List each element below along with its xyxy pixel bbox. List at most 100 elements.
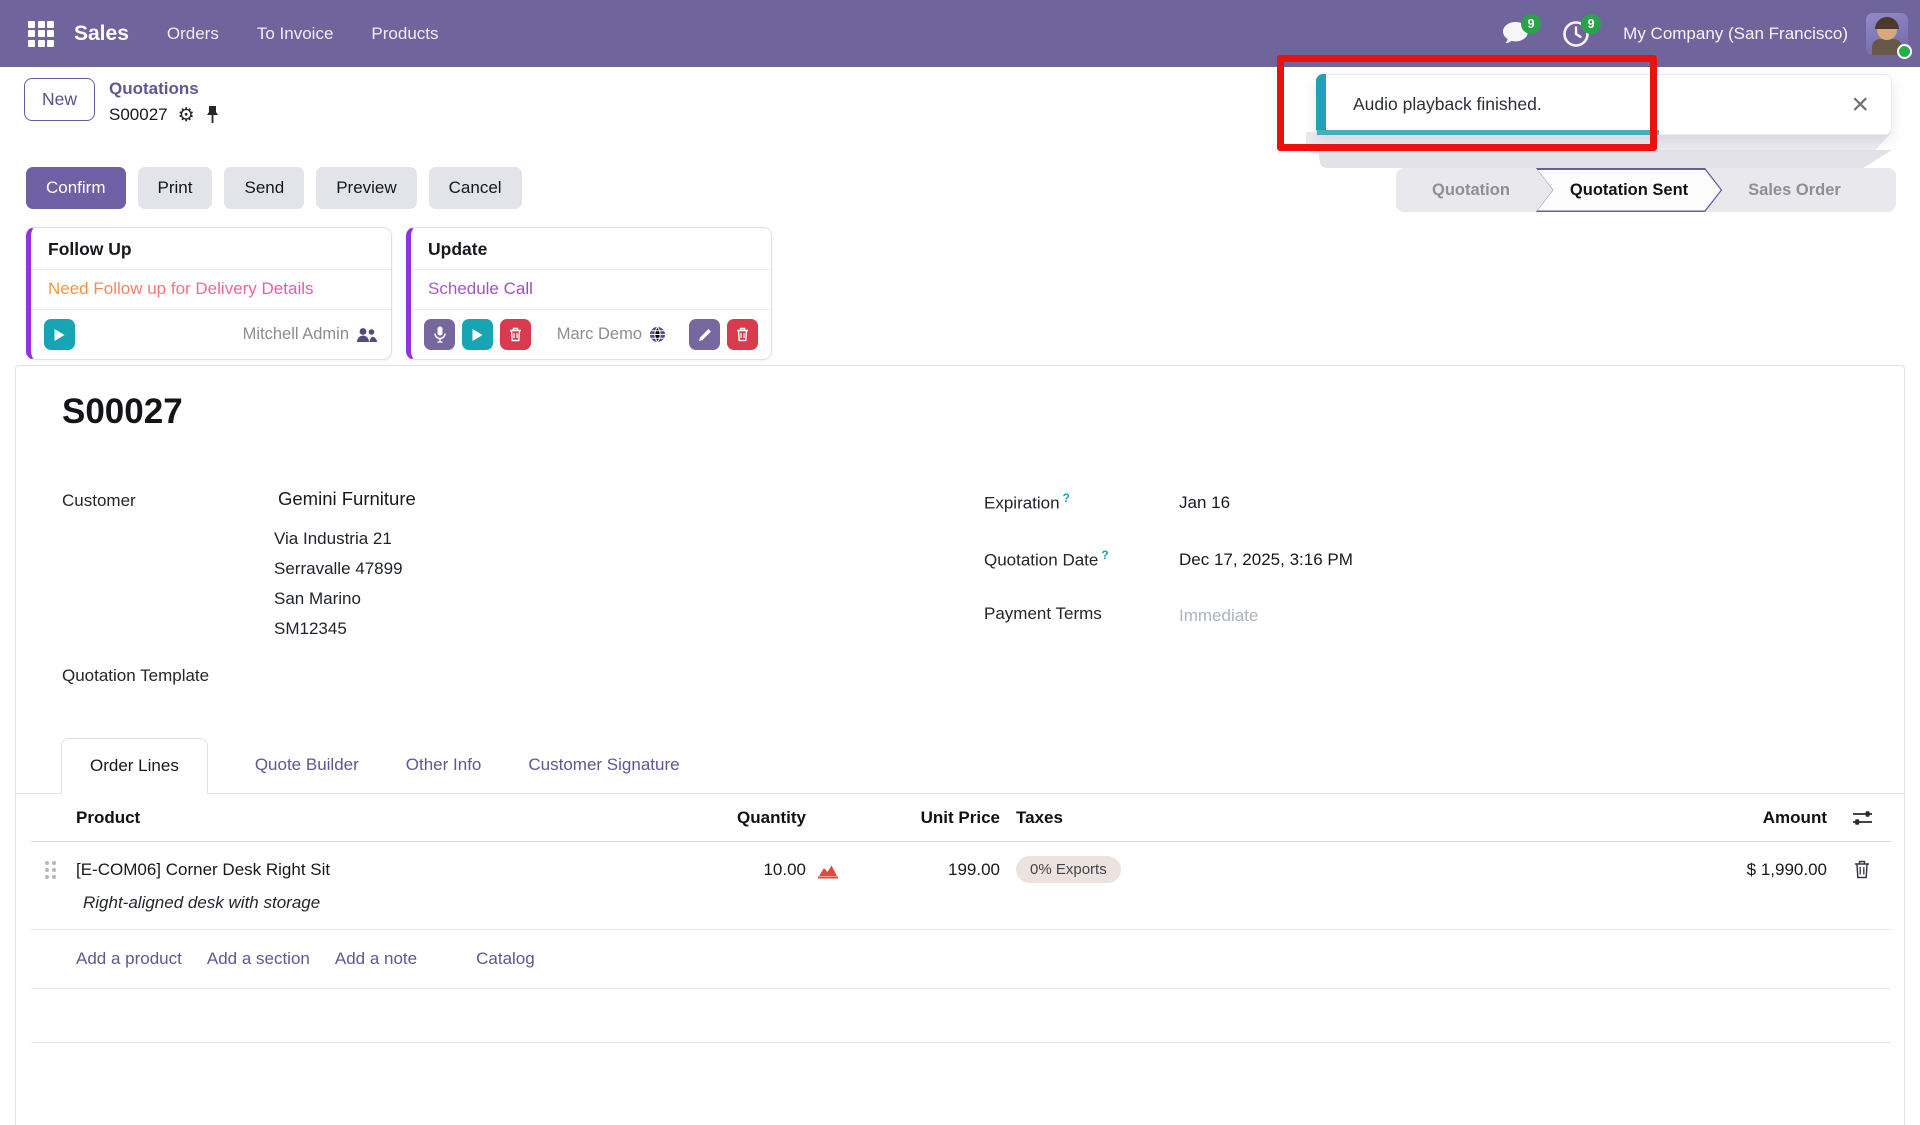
breadcrumb-quotations-link[interactable]: Quotations	[109, 78, 220, 100]
cell-product[interactable]: [E-COM06] Corner Desk Right Sit	[76, 860, 676, 880]
customer-address-line: SM12345	[274, 619, 347, 638]
gear-icon[interactable]: ⚙	[178, 106, 195, 125]
record-voice-button[interactable]	[424, 319, 455, 350]
close-icon[interactable]: ×	[1851, 89, 1869, 120]
online-status-dot	[1897, 43, 1912, 59]
cell-quantity[interactable]: 10.00	[676, 860, 806, 880]
quotation-date-value[interactable]: Dec 17, 2025, 3:16 PM	[1179, 550, 1353, 570]
column-header-taxes[interactable]: Taxes	[1000, 808, 1250, 828]
empty-table-strip	[31, 989, 1891, 1043]
add-a-product-link[interactable]: Add a product	[76, 949, 182, 969]
activity-footer: Marc Demo	[411, 310, 771, 359]
activity-card-follow-up: Follow Up Need Follow up for Delivery De…	[26, 227, 392, 360]
top-navbar: Sales Orders To Invoice Products 9 9 My …	[0, 0, 1920, 67]
new-button[interactable]: New	[24, 78, 96, 121]
customer-name-link[interactable]: Gemini Furniture	[278, 488, 416, 510]
table-row[interactable]: [E-COM06] Corner Desk Right Sit 10.00 19…	[31, 842, 1891, 930]
nav-right-cluster: 9 9 My Company (San Francisco)	[1502, 12, 1920, 59]
activity-footer: Mitchell Admin	[31, 310, 391, 359]
nav-item-to-invoice[interactable]: To Invoice	[257, 24, 334, 44]
apps-menu-icon[interactable]	[28, 20, 54, 47]
forecast-chart-icon[interactable]	[817, 861, 839, 879]
activity-assignee[interactable]: Mitchell Admin	[243, 325, 378, 344]
notification-toast: Audio playback finished. ×	[1316, 74, 1892, 135]
messages-button[interactable]: 9	[1502, 14, 1542, 46]
cancel-button[interactable]: Cancel	[428, 167, 522, 209]
payment-terms-field-label: Payment Terms	[984, 604, 1102, 623]
record-statusbar: Quotation Quotation Sent Sales Order	[1396, 168, 1896, 212]
drag-handle-icon[interactable]	[45, 860, 76, 879]
pencil-icon	[698, 328, 712, 342]
trash-icon	[736, 327, 749, 342]
preview-button[interactable]: Preview	[316, 167, 417, 209]
tab-other-info[interactable]: Other Info	[406, 755, 482, 793]
notebook-tabs: Order Lines Quote Builder Other Info Cus…	[16, 738, 1904, 794]
quotation-template-field-label: Quotation Template	[62, 666, 210, 685]
company-switcher[interactable]: My Company (San Francisco)	[1623, 24, 1848, 44]
app-title-sales[interactable]: Sales	[74, 22, 129, 46]
toast-message: Audio playback finished.	[1353, 94, 1542, 114]
delete-activity-button[interactable]	[727, 319, 758, 350]
delete-recording-button[interactable]	[500, 319, 531, 350]
cell-unit-price[interactable]: 199.00	[850, 860, 1000, 880]
play-activity-button[interactable]	[44, 319, 75, 350]
status-step-sales-order[interactable]: Sales Order	[1722, 168, 1867, 212]
table-footer-links: Add a product Add a section Add a note C…	[31, 930, 1891, 989]
customer-address-line: Via Industria 21	[274, 529, 392, 548]
cell-taxes-tag[interactable]: 0% Exports	[1016, 856, 1121, 883]
column-header-unit-price[interactable]: Unit Price	[850, 808, 1000, 828]
expiration-field-label: Expiration?	[984, 491, 1070, 513]
microphone-icon	[433, 326, 446, 343]
add-a-section-link[interactable]: Add a section	[207, 949, 310, 969]
status-step-quotation[interactable]: Quotation	[1406, 168, 1536, 212]
column-header-quantity[interactable]: Quantity	[676, 808, 806, 828]
activities-count-badge: 9	[1581, 13, 1602, 34]
tab-quote-builder[interactable]: Quote Builder	[255, 755, 359, 793]
breadcrumb-current-record: S00027	[109, 105, 168, 124]
help-question-icon[interactable]: ?	[1101, 548, 1108, 562]
order-number-title: S00027	[62, 392, 183, 431]
print-button[interactable]: Print	[137, 167, 213, 209]
quotation-form-sheet: S00027 Customer Gemini Furniture Via Ind…	[15, 365, 1905, 1125]
activities-button[interactable]: 9	[1563, 13, 1602, 47]
column-header-amount[interactable]: Amount	[1763, 808, 1833, 828]
play-activity-button[interactable]	[462, 319, 493, 350]
order-lines-table: Product Quantity Unit Price Taxes Amount	[31, 794, 1891, 1043]
send-button[interactable]: Send	[224, 167, 305, 209]
pin-icon[interactable]	[205, 105, 220, 125]
customer-address-line: San Marino	[274, 589, 361, 608]
tab-customer-signature[interactable]: Customer Signature	[528, 755, 679, 793]
status-step-quotation-sent-active[interactable]: Quotation Sent	[1536, 168, 1722, 212]
quotation-date-field-label: Quotation Date?	[984, 548, 1109, 570]
users-group-icon	[356, 327, 378, 343]
sales-quotation-screen: Sales Orders To Invoice Products 9 9 My …	[0, 0, 1920, 1125]
cell-amount: $ 1,990.00	[1746, 859, 1827, 879]
nav-item-products[interactable]: Products	[371, 24, 438, 44]
delete-row-trash-icon[interactable]	[1854, 860, 1870, 879]
activity-assignee[interactable]: Marc Demo	[557, 325, 666, 344]
tab-order-lines[interactable]: Order Lines	[61, 738, 208, 794]
expiration-value[interactable]: Jan 16	[1179, 493, 1230, 513]
activity-summary-link[interactable]: Schedule Call	[411, 270, 771, 310]
trash-icon	[509, 327, 522, 342]
activity-card-update: Update Schedule Call Marc Demo	[406, 227, 772, 360]
add-a-note-link[interactable]: Add a note	[335, 949, 417, 969]
confirm-button[interactable]: Confirm	[26, 167, 126, 209]
customer-address-line: Serravalle 47899	[274, 559, 403, 578]
nav-item-orders[interactable]: Orders	[167, 24, 219, 44]
table-header-row: Product Quantity Unit Price Taxes Amount	[31, 794, 1891, 842]
cell-product-description[interactable]: Right-aligned desk with storage	[31, 883, 1891, 929]
column-settings-icon[interactable]	[1852, 809, 1873, 827]
column-header-product[interactable]: Product	[76, 808, 676, 828]
activity-title: Follow Up	[31, 228, 391, 270]
activity-summary-link[interactable]: Need Follow up for Delivery Details	[31, 270, 391, 310]
catalog-link[interactable]: Catalog	[476, 949, 535, 969]
user-avatar[interactable]	[1866, 12, 1912, 59]
toast-progress-bar	[1317, 130, 1659, 135]
activity-title: Update	[411, 228, 771, 270]
edit-activity-button[interactable]	[689, 319, 720, 350]
messages-count-badge: 9	[1521, 14, 1542, 34]
customer-field-label: Customer	[62, 491, 136, 510]
help-question-icon[interactable]: ?	[1063, 491, 1070, 505]
payment-terms-input[interactable]: Immediate	[1179, 606, 1258, 626]
